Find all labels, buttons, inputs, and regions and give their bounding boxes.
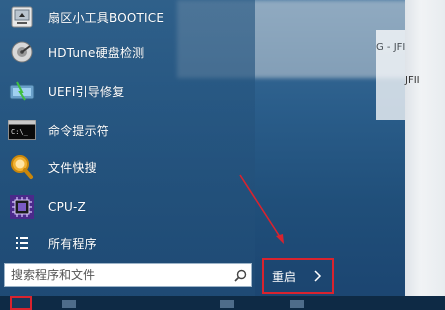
restart-button[interactable]: 重启 bbox=[262, 258, 334, 294]
search-box[interactable] bbox=[4, 263, 252, 287]
menu-item-label: CPU-Z bbox=[48, 200, 86, 214]
file-search-icon bbox=[8, 153, 36, 181]
search-icon[interactable] bbox=[229, 269, 251, 282]
taskbar-app-icon[interactable] bbox=[62, 300, 76, 308]
taskbar-app-icon[interactable] bbox=[290, 300, 304, 308]
all-programs-icon bbox=[8, 229, 36, 257]
menu-item-command-prompt[interactable]: C:\_ 命令提示符 bbox=[8, 116, 109, 144]
menu-item-label: HDTune硬盘检测 bbox=[48, 45, 145, 60]
uefi-repair-icon bbox=[8, 77, 36, 105]
taskbar-app-icon[interactable] bbox=[220, 300, 234, 308]
menu-item-label: 扇区小工具BOOTICE bbox=[48, 10, 165, 25]
menu-item-all-programs[interactable]: 所有程序 bbox=[8, 229, 97, 257]
menu-item-label: 所有程序 bbox=[48, 236, 97, 251]
svg-text:C:\_: C:\_ bbox=[11, 128, 29, 136]
search-input[interactable] bbox=[5, 267, 229, 283]
menu-item-hdtune[interactable]: HDTune硬盘检测 bbox=[8, 38, 144, 66]
chevron-right-icon bbox=[314, 269, 324, 283]
menu-item-uefi-repair[interactable]: UEFI引导修复 bbox=[8, 77, 124, 105]
menu-item-label: UEFI引导修复 bbox=[48, 84, 125, 99]
menu-item-cpuz[interactable]: CPU-Z bbox=[8, 193, 86, 221]
cpuz-icon bbox=[8, 193, 36, 221]
command-prompt-icon: C:\_ bbox=[8, 116, 36, 144]
bootice-icon bbox=[8, 3, 36, 31]
background-side-panel: JFII bbox=[405, 0, 445, 310]
start-button[interactable] bbox=[10, 296, 32, 310]
menu-item-label: 文件快搜 bbox=[48, 160, 97, 175]
background-text-fragment: G - JFI bbox=[376, 42, 406, 53]
start-menu: 扇区小工具BOOTICE HDTune硬盘检测 UEFI引导修复 C:\_ 命令… bbox=[0, 0, 255, 300]
menu-item-bootice[interactable]: 扇区小工具BOOTICE bbox=[8, 3, 164, 31]
menu-item-file-search[interactable]: 文件快搜 bbox=[8, 153, 97, 181]
restart-label: 重启 bbox=[271, 269, 296, 284]
menu-item-label: 命令提示符 bbox=[48, 123, 110, 138]
background-text-fragment-2: JFII bbox=[405, 75, 420, 86]
hdtune-icon bbox=[8, 38, 36, 66]
